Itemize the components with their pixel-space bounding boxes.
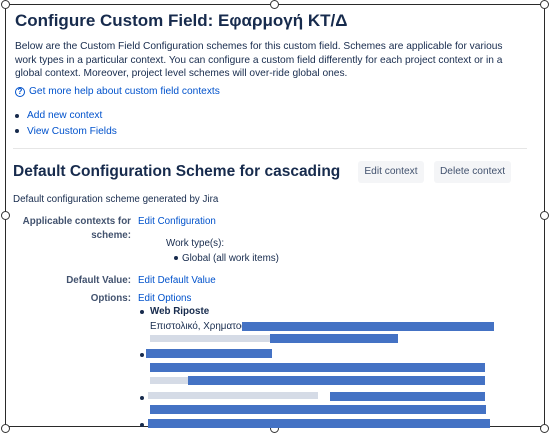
page-description: Below are the Custom Field Configuration… [15, 41, 503, 79]
work-types-value: Global (all work items) [182, 253, 279, 264]
edit-context-button[interactable]: Edit context [358, 161, 424, 183]
redaction-block [242, 322, 494, 331]
redaction-block [148, 419, 490, 428]
bullet [140, 353, 144, 357]
view-custom-fields-label[interactable]: View Custom Fields [27, 124, 117, 140]
selection-handle-icon[interactable] [540, 424, 549, 433]
selection-handle-icon[interactable] [540, 211, 549, 220]
options-label: Options: [90, 293, 131, 304]
bullet [140, 396, 144, 400]
redaction-block [270, 334, 398, 343]
bullet [174, 256, 178, 260]
page-title: Configure Custom Field: Εφαρμογή ΚΤ/Δ [15, 11, 348, 30]
bullet [15, 129, 19, 134]
help-link-label[interactable]: Get more help about custom field context… [29, 86, 220, 97]
help-circle-icon: ? [15, 86, 25, 97]
bullet [140, 423, 144, 427]
redaction-block [146, 349, 272, 358]
redaction-block [150, 335, 270, 342]
edit-options-link[interactable]: Edit Options [138, 293, 191, 304]
add-new-context-label[interactable]: Add new context [27, 108, 102, 124]
selection-handle-icon[interactable] [1, 0, 10, 9]
delete-context-button[interactable]: Delete context [434, 161, 511, 183]
redaction-block [150, 405, 486, 414]
help-link[interactable]: ? Get more help about custom field conte… [15, 86, 220, 97]
selection-handle-icon[interactable] [540, 0, 549, 9]
redaction-block [150, 363, 485, 372]
selection-handle-icon[interactable] [270, 0, 279, 9]
redaction-block [148, 392, 318, 399]
redaction-block [330, 392, 485, 401]
bullet [15, 113, 19, 118]
view-custom-fields-link[interactable]: View Custom Fields [15, 124, 117, 140]
option-subtitle: Επιστολικό, Χρηματοοι [150, 321, 249, 332]
bullet [140, 310, 144, 314]
selection-handle-icon[interactable] [1, 424, 10, 433]
selection-handle-icon[interactable] [1, 211, 10, 220]
context-links: Add new context View Custom Fields [15, 108, 117, 139]
applicable-contexts-label-cont: scheme: [91, 230, 131, 241]
scheme-title: Default Configuration Scheme for cascadi… [13, 163, 341, 180]
redaction-block [188, 376, 485, 385]
edit-default-value-link[interactable]: Edit Default Value [138, 275, 216, 286]
scheme-generated-text: Default configuration scheme generated b… [13, 194, 219, 205]
work-types-label: Work type(s): [166, 238, 225, 249]
applicable-contexts-label: Applicable contexts for [22, 216, 131, 227]
edit-configuration-link[interactable]: Edit Configuration [138, 216, 216, 227]
default-value-label: Default Value: [66, 275, 131, 286]
option-title: Web Riposte [150, 306, 210, 317]
divider [13, 148, 527, 149]
add-new-context-link[interactable]: Add new context [15, 108, 117, 124]
